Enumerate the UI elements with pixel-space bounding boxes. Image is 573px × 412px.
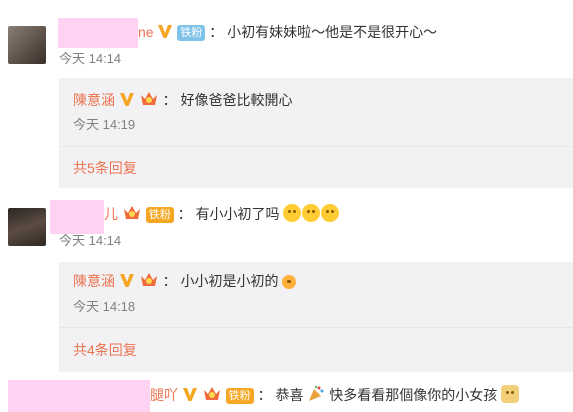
name-redaction: [50, 200, 104, 234]
comment-header: ne 铁粉 ： 小初有妹妹啦～他是不是很开心～: [138, 22, 437, 42]
comment-time[interactable]: 今天 14:14: [59, 232, 121, 250]
vip-v-icon: [119, 272, 135, 293]
comment-header: 儿 铁粉 ： 有小小初了吗: [104, 204, 340, 224]
crown-badge-icon: [122, 204, 142, 227]
emoji-icon: [321, 204, 340, 222]
divider: [59, 327, 573, 328]
commenter-name[interactable]: 腿吖: [150, 387, 178, 403]
commenter-name[interactable]: ne: [138, 24, 154, 40]
fan-badge: 铁粉: [145, 207, 174, 223]
comment-header: 腿吖 铁粉 ： 恭喜 快多看看那個像你的小女孩: [150, 385, 520, 405]
emoji-icon: [501, 385, 520, 403]
reply-text: 小小初是小初的: [180, 273, 279, 289]
vip-v-icon: [157, 23, 173, 44]
reply-header: 陳意涵 ： 小小初是小初的: [73, 271, 297, 291]
comment-text: 小初有妹妹啦～他是不是很开心～: [227, 24, 438, 40]
vip-v-icon: [182, 386, 198, 407]
more-replies-link[interactable]: 共5条回复: [73, 158, 137, 178]
reply-author-name[interactable]: 陳意涵: [73, 273, 115, 289]
reply-time[interactable]: 今天 14:18: [73, 298, 135, 316]
avatar[interactable]: [8, 26, 46, 64]
more-replies-link[interactable]: 共4条回复: [73, 340, 137, 360]
emoji-icon: [282, 275, 297, 289]
name-redaction: [8, 380, 150, 412]
party-popper-icon: [307, 385, 325, 408]
crown-badge-icon: [202, 385, 222, 408]
crown-badge-icon: [139, 90, 159, 113]
divider: [59, 146, 573, 147]
comment-text: 恭喜: [275, 387, 304, 403]
reply-author-name[interactable]: 陳意涵: [73, 92, 115, 108]
avatar[interactable]: [8, 208, 46, 246]
vip-v-icon: [119, 91, 135, 112]
reply-text: 好像爸爸比較開心: [180, 92, 293, 108]
comment-text-continued: 快多看看那個像你的小女孩: [329, 387, 498, 403]
fan-badge: 铁粉: [177, 25, 206, 41]
reply-time[interactable]: 今天 14:19: [73, 116, 135, 134]
commenter-name[interactable]: 儿: [104, 206, 118, 222]
comment-text: 有小小初了吗: [195, 206, 280, 222]
reply-header: 陳意涵 ： 好像爸爸比較開心: [73, 90, 293, 110]
name-redaction: [58, 18, 138, 48]
emoji-icon: [302, 204, 321, 222]
emoji-icon: [283, 204, 302, 222]
fan-badge: 铁粉: [225, 388, 254, 404]
comment-time[interactable]: 今天 14:14: [59, 50, 121, 68]
crown-badge-icon: [139, 271, 159, 294]
